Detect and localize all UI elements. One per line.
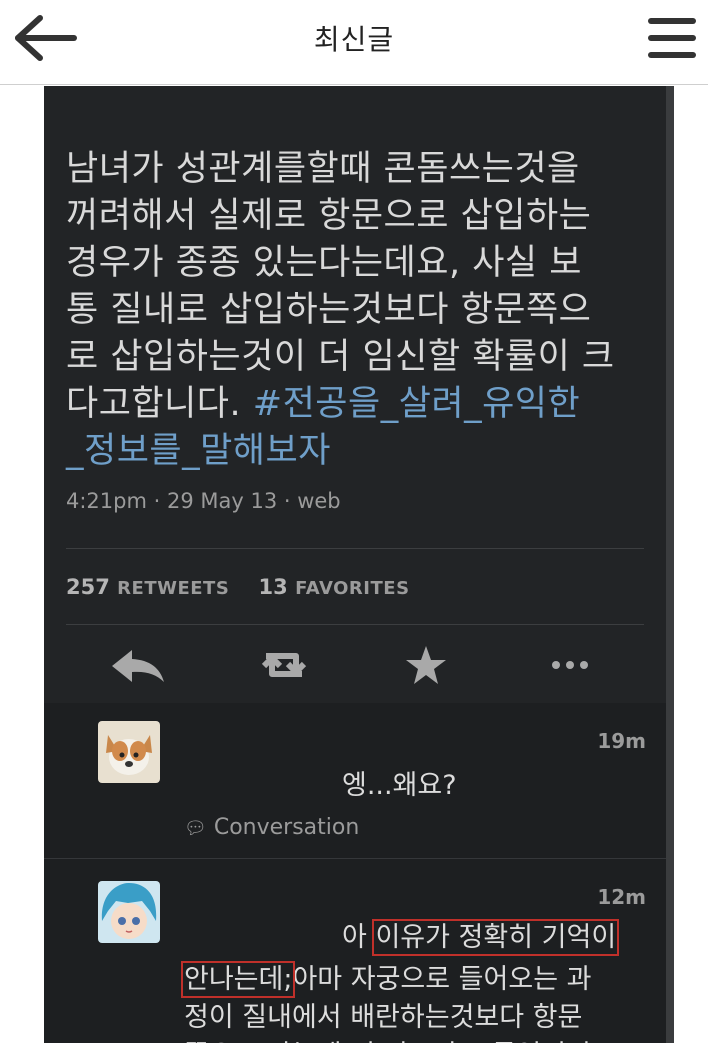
tweet-line: 통 질내로 삽입하는것보다 항문쪽으: [66, 290, 592, 330]
reply-timestamp: 19m: [597, 729, 646, 753]
menu-button[interactable]: [646, 14, 698, 62]
divider: [66, 624, 644, 625]
favorite-button[interactable]: [394, 642, 458, 688]
tweet-line-text: 다고합니다.: [66, 384, 242, 424]
screenshot-edge: [666, 86, 674, 1043]
reply-text-prefix: 아: [342, 922, 376, 953]
reply-text-rest: 아마 자궁으로 들어오는 과: [292, 964, 592, 995]
hamburger-menu-icon: [648, 18, 696, 58]
tweet-line: 로 삽입하는것이 더 임신할 확률이 크: [66, 337, 615, 377]
highlighted-text: 이유가 정확히 기억이: [372, 919, 620, 956]
reply-text-line: 아 이유가 정확히 기억이: [342, 915, 620, 956]
retweets-count[interactable]: 257: [66, 575, 110, 599]
avatar[interactable]: [98, 881, 160, 943]
favorites-count[interactable]: 13: [259, 575, 288, 599]
conversation-label: Conversation: [213, 815, 360, 840]
conversation-link[interactable]: 💬︎ Conversation: [184, 815, 359, 840]
speech-bubble-icon: 💬︎: [184, 818, 207, 839]
reply-icon: [112, 650, 164, 682]
reply-text-line: 안나는데;아마 자궁으로 들어오는 과: [180, 957, 592, 998]
reply-item[interactable]: 19m 엥...왜요? 💬︎ Conversation: [44, 703, 666, 859]
tweet-stats: 257 RETWEETS 13 FAVORITES: [66, 575, 410, 599]
highlighted-text: 안나는데;: [180, 961, 296, 998]
star-icon: [406, 646, 446, 684]
retweet-button[interactable]: [252, 642, 316, 688]
replies-list: 19m 엥...왜요? 💬︎ Conversation 12m 아 이유가 정확…: [44, 703, 666, 1043]
reply-item[interactable]: 12m 아 이유가 정확히 기억이 안나는데;아마 자궁으로 들어오는 과 정이…: [44, 859, 666, 1043]
top-app-bar: 최신글: [0, 0, 708, 85]
retweets-label: RETWEETS: [117, 578, 230, 599]
tweet-body: 남녀가 성관계를할때 콘돔쓰는것을 꺼려해서 실제로 항문으로 삽입하는 경우가…: [66, 146, 656, 475]
tweet-line: 다고합니다. #전공을_살려_유익한: [66, 381, 656, 428]
tweet-line: 남녀가 성관계를할때 콘돔쓰는것을: [66, 149, 580, 189]
hashtag-link[interactable]: #전공을_살려_유익한: [253, 384, 580, 424]
page-title: 최신글: [313, 23, 395, 56]
more-dots-icon: [552, 661, 588, 669]
hashtag-link-continued[interactable]: _정보를_말해보자: [66, 428, 656, 475]
tweet-timestamp: 4:21pm · 29 May 13 · web: [66, 489, 341, 513]
divider: [66, 548, 644, 549]
avatar-image-anime: [98, 881, 160, 943]
more-button[interactable]: [538, 642, 602, 688]
reply-timestamp: 12m: [597, 885, 646, 909]
avatar[interactable]: [98, 721, 160, 783]
retweet-icon: [261, 653, 307, 677]
tweet-line: 꺼려해서 실제로 항문으로 삽입하는: [66, 196, 592, 236]
avatar-image-dog: [98, 721, 160, 783]
tweet-screenshot: 남녀가 성관계를할때 콘돔쓰는것을 꺼려해서 실제로 항문으로 삽입하는 경우가…: [44, 86, 666, 1043]
reply-text-line: 쪽으로 가는게 더 빠르다고 들었던거: [184, 1033, 591, 1043]
tweet-actions: [44, 632, 666, 696]
tweet-line: 경우가 종종 있는다는데요, 사실 보: [66, 243, 582, 283]
reply-text: 엥...왜요?: [342, 770, 457, 801]
reply-button[interactable]: [106, 642, 170, 688]
reply-text-line: 정이 질내에서 배란하는것보다 항문: [184, 1002, 583, 1033]
favorites-label: FAVORITES: [295, 578, 410, 599]
